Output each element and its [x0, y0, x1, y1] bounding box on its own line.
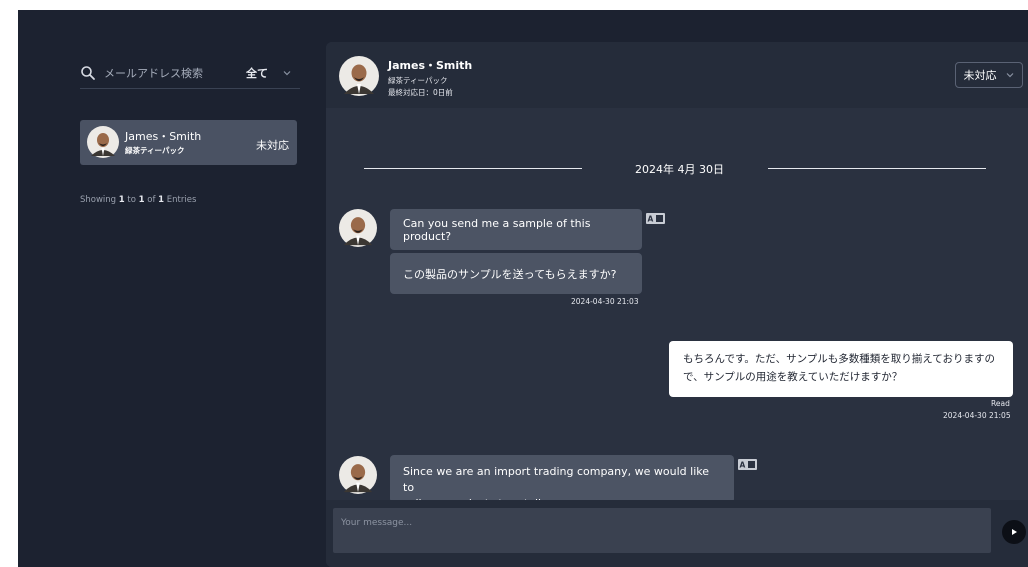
search-icon [81, 66, 95, 80]
app-window: 全て James・Smith 緑茶ティーパック 未対応 Showing 1 to… [18, 10, 1028, 567]
message-bubble: Since we are an import trading company, … [390, 455, 734, 510]
chat-contact-product: 緑茶ティーパック [388, 76, 448, 85]
sidebar: 全て James・Smith 緑茶ティーパック 未対応 Showing 1 to… [18, 10, 318, 567]
filter-value: 全て [246, 67, 268, 80]
translation-bubble: この製品のサンプルを送ってもらえますか? [390, 253, 642, 294]
translation-text: この製品のサンプルを送ってもらえますか? [403, 267, 617, 281]
message-text: Can you send me a sample of this product… [403, 216, 591, 243]
search-bar: 全て [80, 58, 300, 89]
entries-summary: Showing 1 to 1 of 1 Entries [80, 195, 196, 205]
entries-suffix: Entries [164, 195, 197, 205]
avatar [339, 209, 377, 247]
message-bubble: Can you send me a sample of this product… [390, 209, 642, 250]
chevron-down-icon [283, 71, 291, 76]
contact-product: 緑茶ティーパック [125, 146, 185, 155]
contact-name: James・Smith [125, 130, 202, 143]
translate-icon[interactable]: A [738, 459, 757, 470]
message-timestamp: 2024-04-30 21:05 [943, 411, 1011, 420]
read-receipt: Read [991, 399, 1010, 408]
contact-list-item[interactable]: James・Smith 緑茶ティーパック 未対応 [80, 120, 297, 165]
message-input[interactable] [333, 508, 991, 553]
chevron-down-icon [1006, 73, 1013, 78]
message-line: もちろんです。ただ、サンプルも多数種類を取り揃えておりますの [683, 353, 995, 365]
svg-text:A: A [648, 215, 654, 224]
avatar [339, 456, 377, 494]
status-select[interactable]: 未対応 [955, 62, 1023, 88]
divider [364, 168, 582, 169]
divider [768, 168, 986, 169]
send-button[interactable] [1002, 520, 1026, 544]
status-value: 未対応 [963, 69, 997, 82]
contact-status: 未対応 [256, 139, 289, 152]
chat-last-reply: 最終対応日：0日前 [388, 88, 453, 97]
chat-header: James・Smith 緑茶ティーパック 最終対応日：0日前 未対応 [326, 42, 1028, 108]
send-icon [1012, 529, 1017, 535]
entries-of-text: of [144, 195, 159, 205]
date-separator: 2024年 4月 30日 [364, 160, 988, 176]
avatar [339, 56, 379, 96]
outgoing-message-bubble: もちろんです。ただ、サンプルも多数種類を取り揃えておりますの で、サンプルの用途… [669, 341, 1013, 397]
translate-icon[interactable]: A [646, 213, 665, 224]
avatar [87, 126, 119, 158]
date-label: 2024年 4月 30日 [635, 163, 724, 176]
message-line: で、サンプルの用途を教えていただけますか？ [683, 371, 903, 383]
message-composer [326, 500, 1028, 567]
search-input[interactable] [102, 65, 236, 81]
entries-prefix: Showing [80, 195, 119, 205]
filter-select[interactable]: 全て [246, 65, 300, 81]
message-timestamp: 2024-04-30 21:03 [571, 297, 639, 306]
entries-to-text: to [124, 195, 139, 205]
svg-text:A: A [740, 461, 746, 470]
message-line: Since we are an import trading company, … [403, 465, 710, 494]
chat-panel: James・Smith 緑茶ティーパック 最終対応日：0日前 未対応 2024年… [326, 42, 1028, 567]
chat-contact-name: James・Smith [388, 59, 473, 72]
